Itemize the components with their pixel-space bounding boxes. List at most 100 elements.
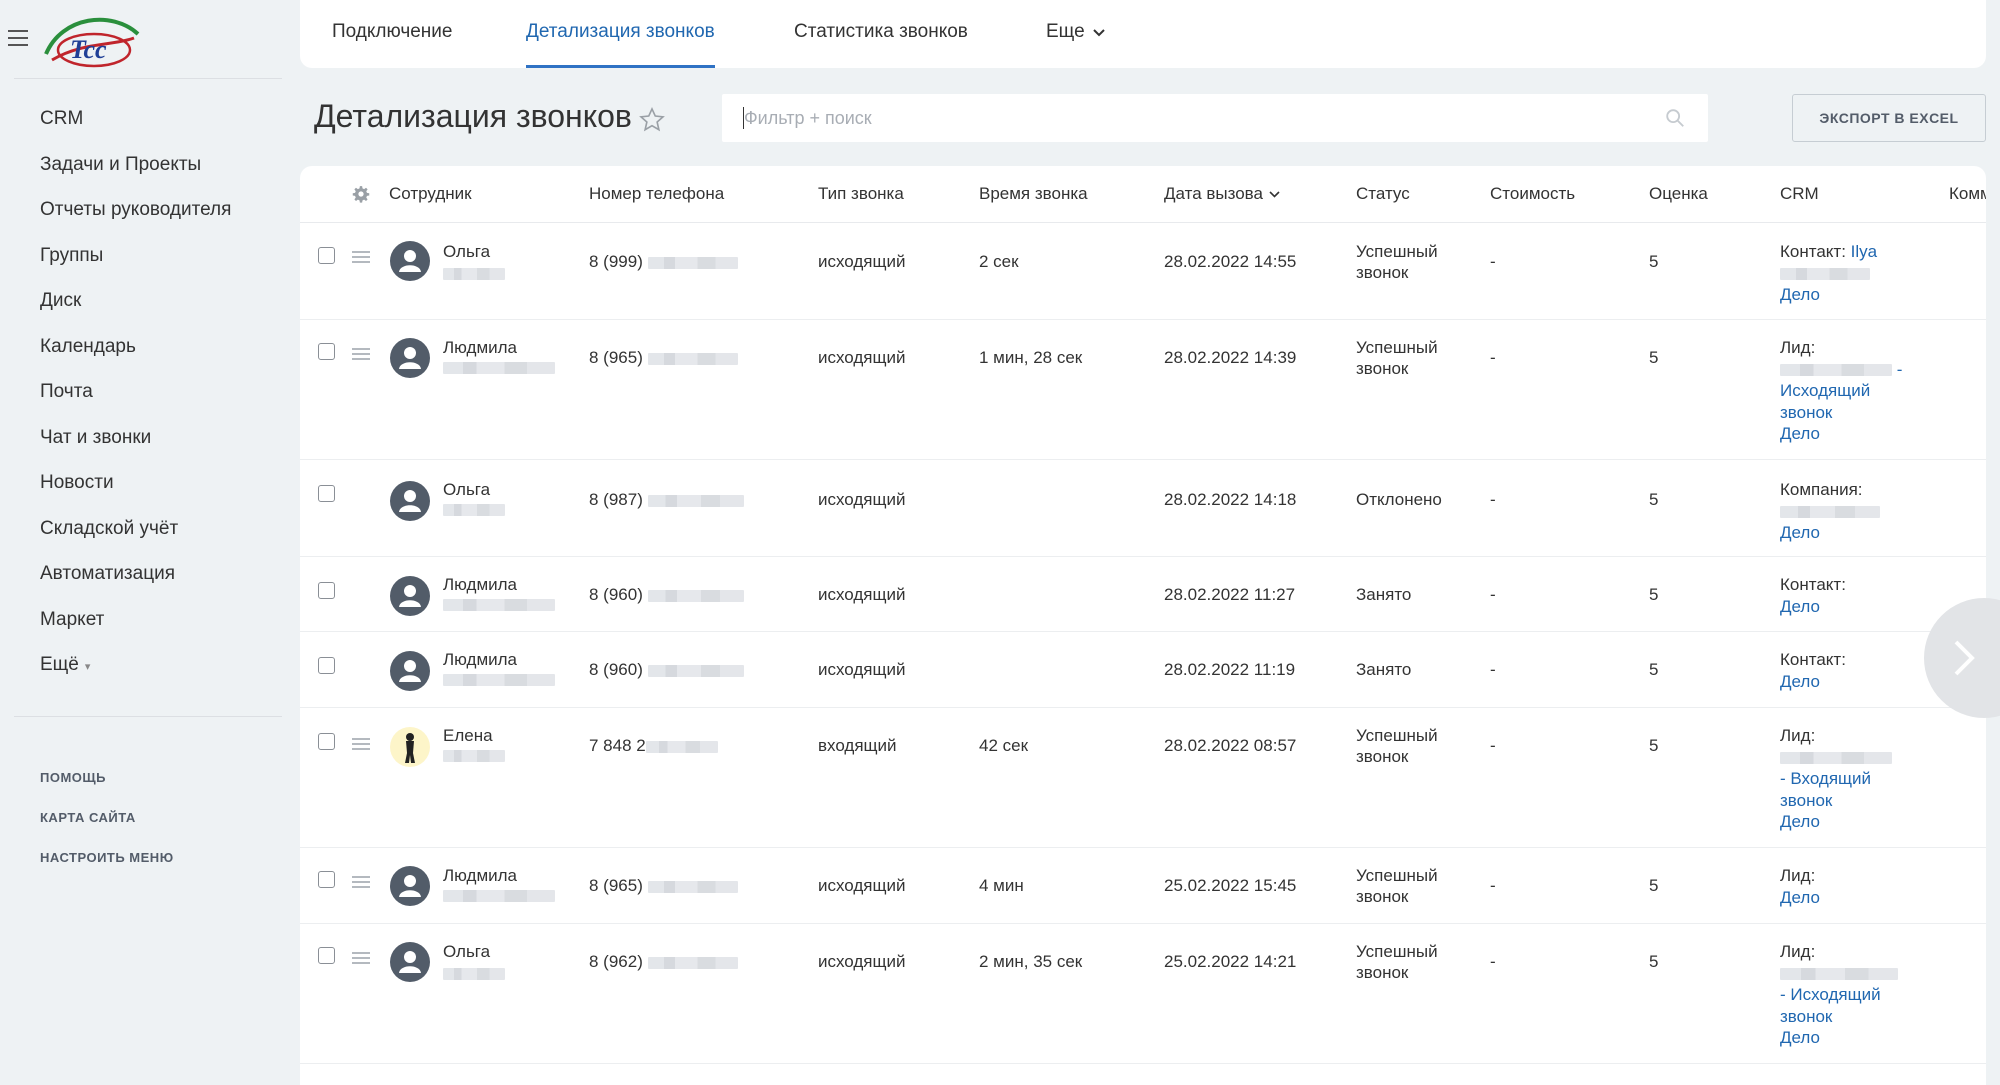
sidebar-item-groups[interactable]: Группы [40, 237, 231, 283]
row-checkbox[interactable] [318, 582, 335, 599]
row-checkbox[interactable] [318, 657, 335, 674]
avatar[interactable] [390, 481, 430, 521]
avatar[interactable] [390, 241, 430, 281]
row-checkbox[interactable] [318, 871, 335, 888]
sidebar-item-calendar[interactable]: Календарь [40, 328, 231, 374]
sidebar-item-warehouse[interactable]: Складской учёт [40, 510, 231, 556]
sidebar-item-mail[interactable]: Почта [40, 373, 231, 419]
row-checkbox[interactable] [318, 733, 335, 750]
column-header-cost[interactable]: Стоимость [1490, 184, 1575, 204]
gear-icon[interactable] [352, 185, 370, 203]
sitemap-link[interactable]: КАРТА САЙТА [40, 808, 174, 848]
employee-cell[interactable]: Ольга [443, 941, 505, 983]
employee-cell[interactable]: Людмила [443, 574, 555, 611]
status-line-1: Успешный [1356, 866, 1438, 885]
crm-entity-link[interactable]: Ilya [1851, 242, 1877, 261]
column-header-rating[interactable]: Оценка [1649, 184, 1708, 204]
table-row[interactable]: Людмила 8 (965) исходящий 1 мин, 28 сек … [300, 319, 1986, 460]
avatar[interactable] [390, 338, 430, 378]
date-cell: 28.02.2022 08:57 [1164, 736, 1297, 755]
row-checkbox[interactable] [318, 485, 335, 502]
crm-deal-link[interactable]: Дело [1780, 812, 1820, 831]
column-header-duration[interactable]: Время звонка [979, 184, 1088, 204]
employee-cell[interactable]: Людмила [443, 865, 555, 902]
table-row[interactable]: Людмила 8 (965) исходящий 4 мин 25.02.20… [300, 847, 1986, 924]
column-header-date[interactable]: Дата вызова [1164, 184, 1280, 204]
column-header-employee[interactable]: Сотрудник [389, 184, 472, 204]
row-checkbox[interactable] [318, 343, 335, 360]
filter-search-box[interactable] [722, 94, 1708, 142]
company-logo[interactable]: Tcc [42, 8, 142, 74]
crm-entity-link[interactable]: - [1897, 360, 1903, 379]
export-excel-button[interactable]: ЭКСПОРТ В EXCEL [1792, 94, 1986, 142]
table-row[interactable]: Людмила 8 (960) исходящий 28.02.2022 11:… [300, 556, 1986, 632]
crm-call-link-2[interactable]: звонок [1780, 403, 1832, 422]
drag-handle-icon[interactable] [352, 952, 370, 964]
sidebar-item-tasks[interactable]: Задачи и Проекты [40, 146, 231, 192]
crm-call-link[interactable]: - Входящий [1780, 769, 1871, 788]
crm-deal-link[interactable]: Дело [1780, 1028, 1820, 1047]
avatar[interactable] [390, 651, 430, 691]
crm-deal-link[interactable]: Дело [1780, 285, 1820, 304]
column-header-type[interactable]: Тип звонка [818, 184, 904, 204]
table-row[interactable]: Людмила 8 (960) исходящий 28.02.2022 11:… [300, 631, 1986, 708]
avatar[interactable] [390, 866, 430, 906]
column-header-status[interactable]: Статус [1356, 184, 1410, 204]
column-header-phone[interactable]: Номер телефона [589, 184, 724, 204]
employee-name: Людмила [443, 866, 518, 885]
sidebar-more-label: Ещё [40, 654, 79, 675]
avatar[interactable] [390, 727, 430, 767]
employee-cell[interactable]: Ольга [443, 479, 505, 516]
crm-deal-link[interactable]: Дело [1780, 597, 1820, 616]
redacted-surname [443, 267, 505, 280]
column-header-comment[interactable]: Комм [1949, 184, 1986, 204]
employee-cell[interactable]: Елена [443, 725, 505, 762]
drag-handle-icon[interactable] [352, 348, 370, 360]
crm-deal-link[interactable]: Дело [1780, 672, 1820, 691]
column-header-crm[interactable]: CRM [1780, 184, 1819, 204]
tab-call-details[interactable]: Детализация звонков [526, 0, 715, 68]
crm-deal-link[interactable]: Дело [1780, 888, 1820, 907]
table-row[interactable]: Елена 7 848 2 входящий 42 сек 28.02.2022… [300, 707, 1986, 848]
search-input[interactable] [722, 94, 1644, 142]
table-row[interactable]: Ольга 8 (962) исходящий 2 мин, 35 сек 25… [300, 923, 1986, 1064]
row-checkbox[interactable] [318, 247, 335, 264]
avatar[interactable] [390, 576, 430, 616]
employee-cell[interactable]: Ольга [443, 241, 505, 283]
sidebar-item-market[interactable]: Маркет [40, 601, 231, 647]
sidebar-item-more[interactable]: Ещё ▾ [40, 646, 231, 692]
sidebar-item-disk[interactable]: Диск [40, 282, 231, 328]
redacted-phone [647, 256, 738, 269]
drag-handle-icon[interactable] [352, 876, 370, 888]
employee-cell[interactable]: Людмила [443, 337, 555, 374]
crm-deal-link[interactable]: Дело [1780, 523, 1820, 542]
sidebar-item-reports[interactable]: Отчеты руководителя [40, 191, 231, 237]
crm-call-link-2[interactable]: звонок [1780, 791, 1832, 810]
search-icon[interactable] [1664, 107, 1686, 129]
drag-handle-icon[interactable] [352, 738, 370, 750]
avatar[interactable] [390, 942, 430, 982]
crm-call-link[interactable]: Исходящий [1780, 381, 1870, 400]
table-row[interactable]: Ольга 8 (999) исходящий 2 сек 28.02.2022… [300, 223, 1986, 320]
table-row[interactable]: Ольга 8 (987) исходящий 28.02.2022 14:18… [300, 459, 1986, 557]
sidebar-item-crm[interactable]: CRM [40, 100, 231, 146]
menu-icon[interactable] [8, 30, 28, 46]
tab-more[interactable]: Еще [1046, 0, 1105, 68]
tab-connection[interactable]: Подключение [332, 0, 452, 68]
star-icon[interactable] [638, 106, 666, 134]
crm-call-link[interactable]: - Исходящий [1780, 985, 1881, 1004]
sidebar-item-news[interactable]: Новости [40, 464, 231, 510]
table-header: Сотрудник Номер телефона Тип звонка Врем… [300, 166, 1986, 223]
row-checkbox[interactable] [318, 947, 335, 964]
redacted-surname [443, 674, 555, 686]
sidebar-item-chat[interactable]: Чат и звонки [40, 419, 231, 465]
drag-handle-icon[interactable] [352, 251, 370, 263]
crm-deal-link[interactable]: Дело [1780, 424, 1820, 443]
crm-call-link-2[interactable]: звонок [1780, 1007, 1832, 1026]
sidebar-item-automation[interactable]: Автоматизация [40, 555, 231, 601]
duration-cell: 2 мин, 35 сек [979, 952, 1083, 971]
tab-call-stats[interactable]: Статистика звонков [794, 0, 968, 68]
configure-menu-link[interactable]: НАСТРОИТЬ МЕНЮ [40, 848, 174, 888]
employee-cell[interactable]: Людмила [443, 649, 555, 686]
help-link[interactable]: ПОМОЩЬ [40, 768, 174, 808]
